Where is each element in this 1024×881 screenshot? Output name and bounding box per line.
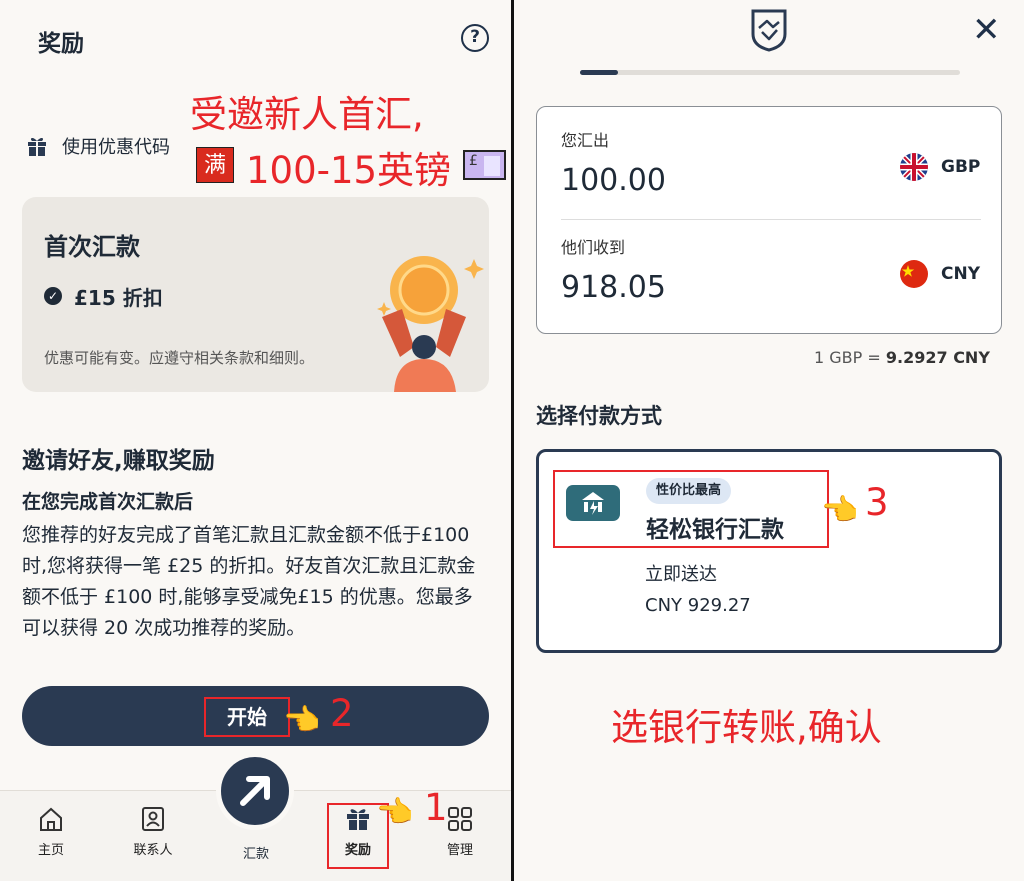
invite-subtitle: 在您完成首次汇款后 <box>22 491 194 513</box>
transfer-screen: ✕ 您汇出 100.00 GBP 他们收到 918.05 CNY 1 GBP =… <box>514 0 1024 881</box>
payment-amount: CNY 929.27 <box>645 595 751 616</box>
banknote-icon: £ <box>463 150 506 180</box>
home-icon <box>40 807 62 831</box>
send-button[interactable] <box>216 752 294 830</box>
payment-method-title: 选择付款方式 <box>536 404 662 428</box>
you-send-input[interactable]: 100.00 <box>561 163 666 198</box>
promo-code-row[interactable]: 使用优惠代码 <box>26 133 170 159</box>
receive-currency[interactable]: CNY <box>941 264 980 284</box>
first-transfer-card: 首次汇款 ✓ £15 折扣 优惠可能有变。应遵守相关条款和细则。 <box>22 197 489 392</box>
contacts-icon <box>142 807 164 831</box>
card-discount: £15 折扣 <box>74 286 163 310</box>
help-icon[interactable]: ? <box>461 24 489 52</box>
card-note: 优惠可能有变。应遵守相关条款和细则。 <box>44 349 315 367</box>
page-title: 奖励 <box>38 31 84 57</box>
payment-speed: 立即送达 <box>645 564 717 585</box>
send-currency[interactable]: GBP <box>941 157 980 177</box>
tab-home-label: 主页 <box>37 843 64 858</box>
annotation-discount: 100-15英镑 <box>246 149 452 192</box>
close-icon[interactable]: ✕ <box>972 10 1001 50</box>
annotation-new-user: 受邀新人首汇, <box>190 93 424 136</box>
exchange-rate: 1 GBP = 9.2927 CNY <box>814 348 990 367</box>
tab-rewards-label: 奖励 <box>344 843 371 858</box>
tab-contacts-label: 联系人 <box>133 843 173 858</box>
china-flag-icon[interactable] <box>900 260 928 288</box>
separator <box>561 219 981 220</box>
man-badge: 满 <box>196 147 234 183</box>
you-send-label: 您汇出 <box>561 131 610 150</box>
they-receive-label: 他们收到 <box>561 238 626 257</box>
logo-icon <box>751 9 787 52</box>
coin-person-illustration <box>377 256 484 392</box>
grid-icon <box>448 807 472 831</box>
amount-card: 您汇出 100.00 GBP 他们收到 918.05 CNY <box>536 106 1002 334</box>
annotation-step-2: 2 <box>330 692 354 735</box>
tab-home[interactable]: 主页 <box>11 805 91 858</box>
gift-icon <box>28 137 46 156</box>
start-button-label[interactable]: 开始 <box>204 697 290 737</box>
pointing-hand-icon: 👈 <box>283 703 321 738</box>
send-arrow-icon <box>240 776 270 806</box>
check-icon: ✓ <box>44 287 62 305</box>
best-value-badge: 性价比最高 <box>646 478 732 504</box>
gift-tab-icon <box>347 809 369 830</box>
rewards-screen: 奖励 ? 受邀新人首汇, 使用优惠代码 满 100-15英镑 £ 首次汇款 ✓ … <box>0 0 511 881</box>
promo-code-label: 使用优惠代码 <box>62 137 170 158</box>
they-receive-input[interactable]: 918.05 <box>561 270 666 305</box>
payment-option-name: 轻松银行汇款 <box>646 517 784 543</box>
tab-manage[interactable]: 管理 <box>420 805 500 858</box>
pointing-hand-icon: 👈 <box>376 795 414 830</box>
invite-body: 您推荐的好友完成了首笔汇款且汇款金额不低于£100 时,您将获得一笔 £25 的… <box>22 524 476 639</box>
progress-track <box>580 70 960 75</box>
pointing-hand-icon: 👈 <box>821 493 859 528</box>
tab-contacts[interactable]: 联系人 <box>113 805 193 858</box>
bank-icon <box>566 485 620 521</box>
annotation-step-3: 3 <box>865 481 889 524</box>
tab-manage-label: 管理 <box>446 843 473 858</box>
invite-title: 邀请好友,赚取奖励 <box>22 448 215 474</box>
progress-fill <box>580 70 618 75</box>
annotation-choose-bank: 选银行转账,确认 <box>611 706 882 749</box>
uk-flag-icon[interactable] <box>900 153 928 181</box>
tab-send-label[interactable]: 汇款 <box>226 843 286 862</box>
card-title: 首次汇款 <box>44 233 140 261</box>
